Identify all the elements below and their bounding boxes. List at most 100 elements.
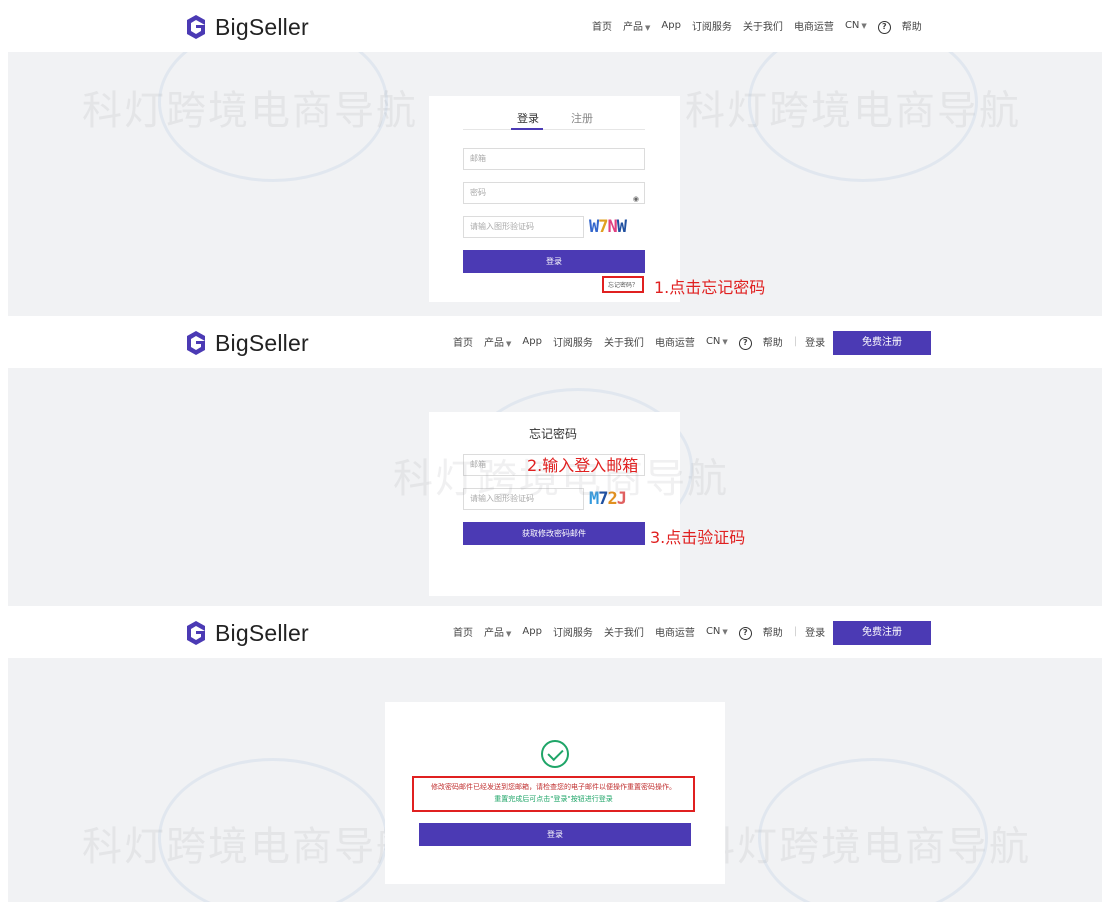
nav-home[interactable]: 首页 <box>453 334 473 349</box>
register-button[interactable]: 免费注册 <box>833 621 931 645</box>
chevron-down-icon: ▼ <box>722 628 728 637</box>
forgot-password-link[interactable]: 忘记密码？ <box>602 276 645 293</box>
help-label: 帮助 <box>762 628 783 639</box>
password-placeholder: 密码 <box>470 188 486 197</box>
brand-name: BigSeller <box>215 13 309 40</box>
page-title: 忘记密码 <box>529 427 578 441</box>
login-button[interactable]: 登录 <box>463 250 645 273</box>
nav-language[interactable]: CN ▼ <box>706 336 728 347</box>
bigseller-logo-icon <box>187 621 205 645</box>
nav-product-label: 产品 <box>623 22 643 34</box>
captcha-char: W <box>616 217 627 237</box>
annotation-step2: 2.输入登入邮箱 <box>527 456 639 475</box>
captcha-image[interactable]: W7NW <box>589 217 627 237</box>
watermark-text: 科灯跨境电商导航 <box>82 824 418 870</box>
annotation-step1: 1.点击忘记密码 <box>654 278 766 297</box>
watermark-text: 科灯跨境电商导航 <box>685 88 1021 134</box>
nav-subscription[interactable]: 订阅服务 <box>692 18 732 33</box>
logo[interactable]: BigSeller <box>183 330 309 356</box>
nav-help[interactable]: ? 帮助 <box>877 18 922 34</box>
nav-product[interactable]: 产品 ▼ <box>484 624 511 639</box>
nav-ecommerce[interactable]: 电商运营 <box>655 624 695 639</box>
login-section: BigSeller 首页 产品 ▼ App 订阅服务 关于我们 电商运营 CN ▼ … <box>0 0 1112 316</box>
nav-language[interactable]: CN ▼ <box>706 626 728 637</box>
eye-off-icon[interactable]: ◉ <box>633 189 639 209</box>
chevron-down-icon: ▼ <box>861 22 867 31</box>
top-header: BigSeller 首页 产品 ▼ App 订阅服务 关于我们 电商运营 CN ▼ … <box>0 606 1112 658</box>
chevron-down-icon: ▼ <box>645 24 651 33</box>
tab-register[interactable]: 注册 <box>571 110 593 126</box>
success-check-icon <box>541 740 569 768</box>
help-icon: ? <box>738 336 752 350</box>
captcha-field[interactable]: 请输入图形验证码 <box>463 216 584 238</box>
page-background: 科灯跨境电商导航 科灯跨境电商导航 登录 修改密码邮件已经发送到您邮箱，请检查您… <box>8 658 1102 902</box>
nav-subscription[interactable]: 订阅服务 <box>553 624 593 639</box>
help-label: 帮助 <box>901 22 922 33</box>
nav-divider: | <box>793 626 798 638</box>
bigseller-logo-icon <box>187 331 205 355</box>
nav-login[interactable]: 登录 <box>805 334 825 349</box>
message-line1: 修改密码邮件已经发送到您邮箱，请检查您的电子邮件以便操作重置密码操作。 <box>431 783 676 791</box>
nav-help[interactable]: ? 帮助 <box>738 624 783 640</box>
nav-language[interactable]: CN ▼ <box>845 20 867 31</box>
nav-app[interactable]: App <box>522 336 542 347</box>
captcha-char: W <box>589 217 599 237</box>
page-background: 科灯跨境电商导航 科灯跨境电商导航 登录 注册 邮箱 密码 ◉ 请输入图形验证码… <box>8 52 1102 316</box>
login-card: 登录 注册 邮箱 密码 ◉ 请输入图形验证码 W7NW 登录 <box>429 96 680 302</box>
message-line2: 重置完成后可点击"登录"按钮进行登录 <box>494 795 613 803</box>
lang-label: CN <box>705 626 721 638</box>
email-sent-section: BigSeller 首页 产品 ▼ App 订阅服务 关于我们 电商运营 CN ▼ … <box>0 606 1112 916</box>
nav-ecommerce[interactable]: 电商运营 <box>794 18 834 33</box>
nav-product[interactable]: 产品 ▼ <box>623 18 650 33</box>
nav-home[interactable]: 首页 <box>453 624 473 639</box>
help-icon: ? <box>877 20 891 34</box>
nav-product[interactable]: 产品 ▼ <box>484 334 511 349</box>
nav-divider: | <box>793 336 798 348</box>
page-background: 忘记密码 邮箱 请输入图形验证码 M72J 获取修改密码邮件 科灯跨境电商导航 … <box>8 368 1102 606</box>
nav-subscription[interactable]: 订阅服务 <box>553 334 593 349</box>
nav-help[interactable]: ? 帮助 <box>738 334 783 350</box>
nav-about[interactable]: 关于我们 <box>743 18 783 33</box>
lang-label: CN <box>844 20 860 32</box>
active-tab-indicator <box>511 128 543 130</box>
annotation-step3: 3.点击验证码 <box>650 528 746 547</box>
password-field[interactable]: 密码 ◉ <box>463 182 645 204</box>
nav-app[interactable]: App <box>661 20 681 31</box>
success-message: 修改密码邮件已经发送到您邮箱，请检查您的电子邮件以便操作重置密码操作。 重置完成… <box>412 776 695 812</box>
email-field[interactable]: 邮箱 <box>463 148 645 170</box>
chevron-down-icon: ▼ <box>506 630 512 639</box>
nav-about[interactable]: 关于我们 <box>604 334 644 349</box>
chevron-down-icon: ▼ <box>722 338 728 347</box>
chevron-down-icon: ▼ <box>506 340 512 349</box>
brand-name: BigSeller <box>215 329 309 356</box>
watermark-text: 科灯跨境电商导航 <box>695 824 1031 870</box>
nav-product-label: 产品 <box>484 628 504 640</box>
main-nav: 首页 产品 ▼ App 订阅服务 关于我们 电商运营 CN ▼ ? 帮助 <box>592 18 933 34</box>
login-button[interactable]: 登录 <box>419 823 691 846</box>
get-reset-email-button[interactable]: 获取修改密码邮件 <box>463 522 645 545</box>
nav-ecommerce[interactable]: 电商运营 <box>655 334 695 349</box>
logo[interactable]: BigSeller <box>183 14 309 40</box>
register-button[interactable]: 免费注册 <box>833 331 931 355</box>
main-nav: 首页 产品 ▼ App 订阅服务 关于我们 电商运营 CN ▼ ? 帮助 | 登录 <box>453 624 836 640</box>
tab-login[interactable]: 登录 <box>517 110 539 126</box>
brand-name: BigSeller <box>215 619 309 646</box>
nav-about[interactable]: 关于我们 <box>604 624 644 639</box>
nav-login[interactable]: 登录 <box>805 624 825 639</box>
bigseller-logo-icon <box>187 15 205 39</box>
captcha-char: 7 <box>598 217 608 237</box>
nav-product-label: 产品 <box>484 338 504 350</box>
top-header: BigSeller 首页 产品 ▼ App 订阅服务 关于我们 电商运营 CN ▼ … <box>0 0 1112 52</box>
main-nav: 首页 产品 ▼ App 订阅服务 关于我们 电商运营 CN ▼ ? 帮助 | 登录 <box>453 334 836 350</box>
lang-label: CN <box>705 336 721 348</box>
nav-home[interactable]: 首页 <box>592 18 612 33</box>
top-header: BigSeller 首页 产品 ▼ App 订阅服务 关于我们 电商运营 CN ▼ … <box>0 316 1112 368</box>
nav-app[interactable]: App <box>522 626 542 637</box>
auth-tabs: 登录 注册 <box>463 106 645 130</box>
forgot-password-section: BigSeller 首页 产品 ▼ App 订阅服务 关于我们 电商运营 CN ▼ … <box>0 316 1112 606</box>
help-label: 帮助 <box>762 338 783 349</box>
logo[interactable]: BigSeller <box>183 620 309 646</box>
captcha-char: N <box>607 217 618 237</box>
watermark-text: 科灯跨境电商导航 <box>82 88 418 134</box>
forgot-password-card: 忘记密码 邮箱 请输入图形验证码 M72J 获取修改密码邮件 <box>429 412 680 596</box>
